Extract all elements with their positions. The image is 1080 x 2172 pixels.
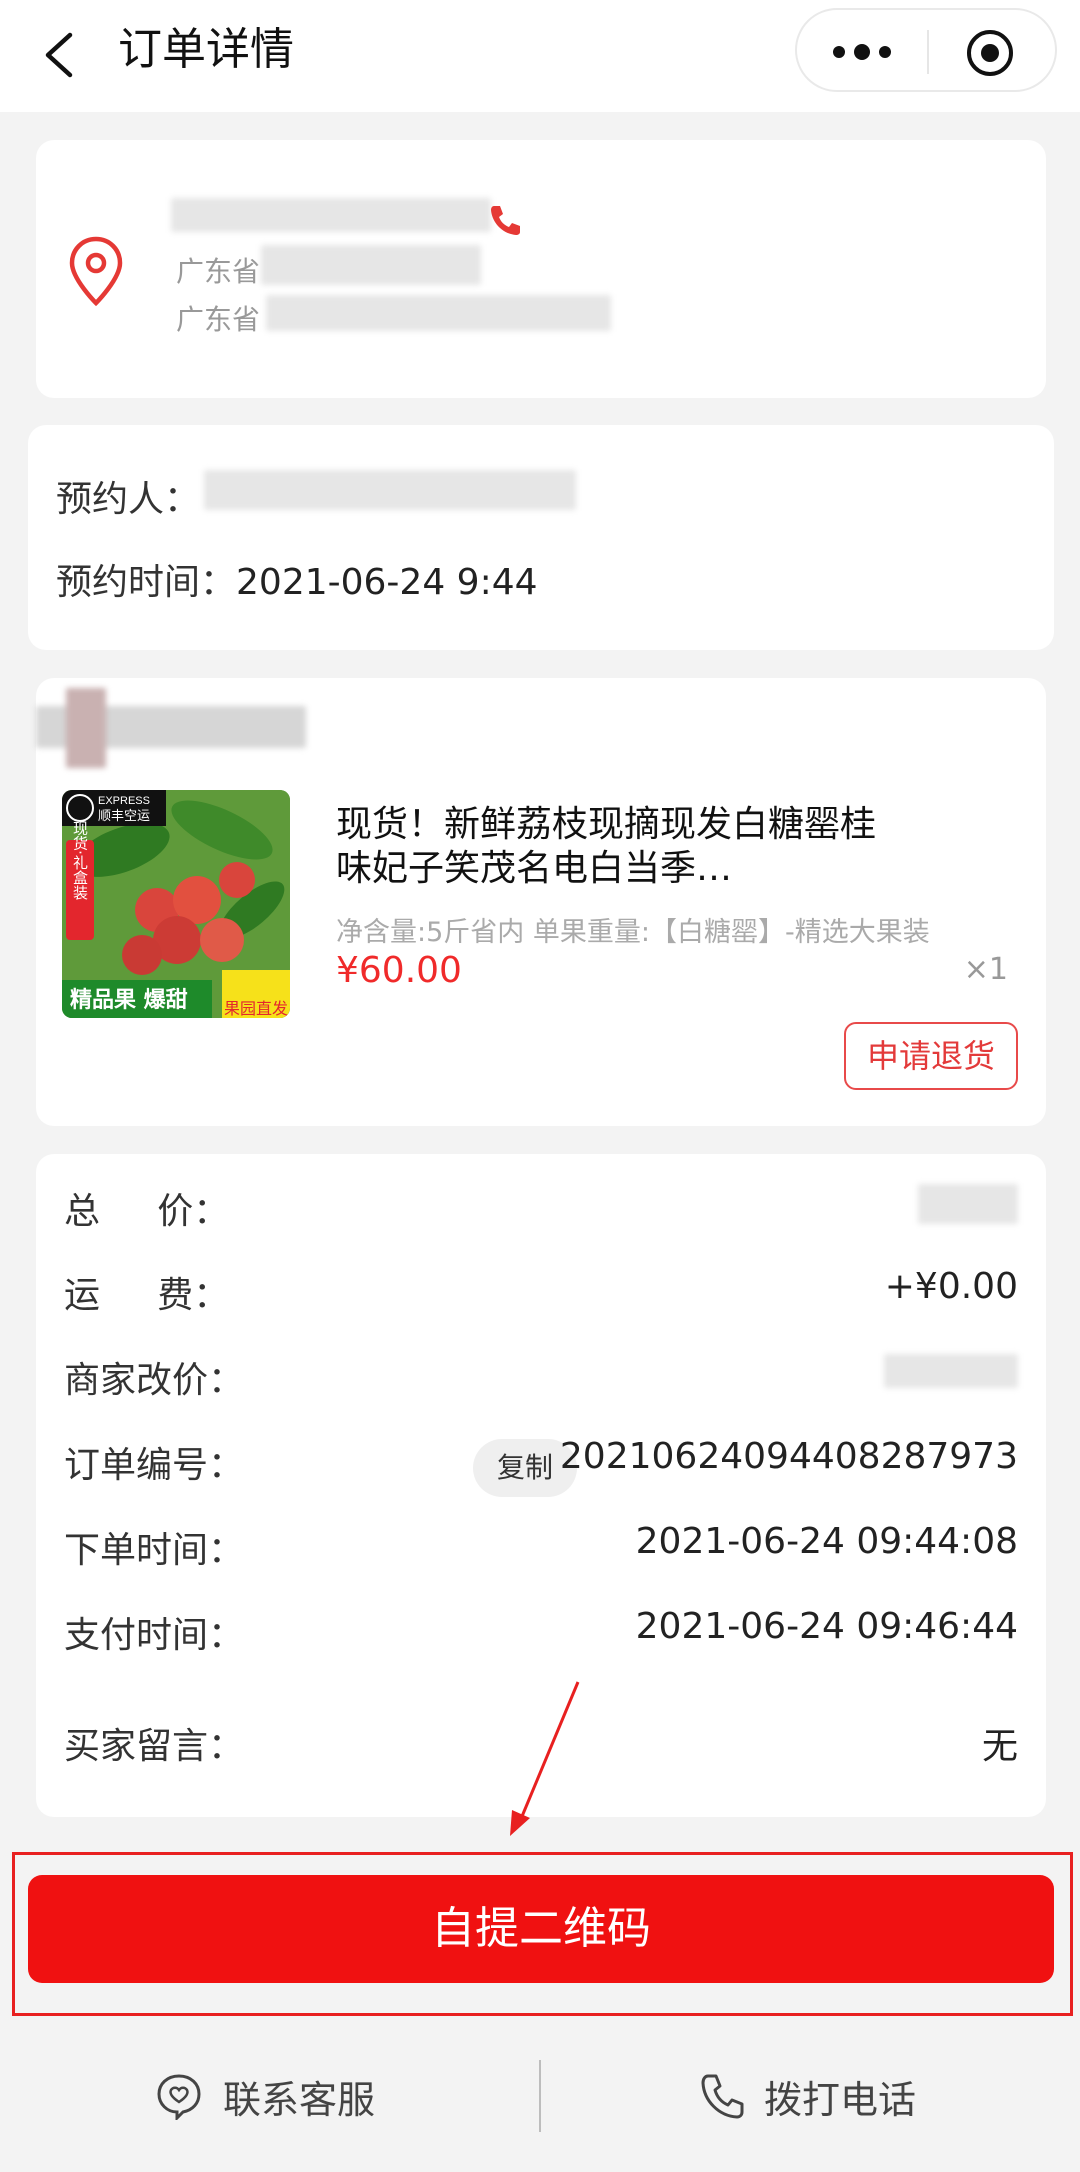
goods-quantity: ×1 <box>963 952 1008 987</box>
back-arrow-icon[interactable] <box>40 25 80 85</box>
booking-card: 预约人： 预约时间：2021-06-24 9:44 <box>28 425 1054 650</box>
contact-service-button[interactable]: 联系客服 <box>155 2068 375 2124</box>
buyer-message-label: 买家留言： <box>64 1726 245 1767</box>
image-bottom-right-text: 果园直发 <box>224 999 288 1018</box>
side-tag-text: 现货·礼盒装 <box>71 820 89 900</box>
mini-program-capsule <box>795 8 1057 92</box>
total-price-redacted <box>918 1184 1018 1224</box>
goods-card: EXPRESS 顺丰空运 现货·礼盒装 精品果 爆甜 果园直发 现货！新鲜荔枝现… <box>36 678 1046 1126</box>
pay-time-label: 支付时间： <box>64 1615 245 1656</box>
booking-time-value: 2021-06-24 9:44 <box>236 562 538 603</box>
shipping-label: 运 费： <box>64 1275 230 1316</box>
order-time-value: 2021-06-24 09:44:08 <box>635 1521 1018 1562</box>
address-line-1: 广东省 <box>176 255 261 288</box>
goods-image[interactable]: EXPRESS 顺丰空运 现货·礼盒装 精品果 爆甜 果园直发 <box>62 790 290 1018</box>
address-line-1-redacted <box>261 245 481 285</box>
pickup-qr-button[interactable]: 自提二维码 <box>28 1875 1054 1983</box>
pay-time-value: 2021-06-24 09:46:44 <box>635 1606 1018 1647</box>
lychee-photo: EXPRESS 顺丰空运 现货·礼盒装 精品果 爆甜 果园直发 <box>62 790 290 1018</box>
booker-name-redacted <box>204 470 576 510</box>
shipping-value: +¥0.00 <box>884 1266 1018 1307</box>
price-adjust-redacted <box>884 1354 1018 1388</box>
price-adjust-label: 商家改价： <box>64 1360 245 1401</box>
booker-label: 预约人： <box>56 479 201 520</box>
contact-service-label: 联系客服 <box>223 2077 376 2122</box>
bottom-action-bar: 联系客服 拨打电话 <box>0 2040 1080 2172</box>
image-bottom-left-text: 精品果 爆甜 <box>70 987 188 1013</box>
shop-avatar-redacted <box>66 688 106 768</box>
address-line-2: 广东省 <box>176 303 261 336</box>
order-number-value: 20210624094408287973 <box>559 1436 1018 1477</box>
phone-outline-icon <box>701 2074 744 2119</box>
order-number-label: 订单编号： <box>64 1445 245 1486</box>
close-target-icon[interactable] <box>965 28 1015 78</box>
goods-spec: 净含量:5斤省内 单果重量:【白糖罂】-精选大果装 <box>336 917 930 948</box>
bottom-divider <box>539 2060 541 2132</box>
booking-time-label: 预约时间： <box>56 562 237 603</box>
call-phone-button[interactable]: 拨打电话 <box>700 2068 916 2124</box>
buyer-message-value: 无 <box>981 1726 1018 1767</box>
booker-row: 预约人： <box>56 470 200 522</box>
address-card[interactable]: 广东省 广东省 <box>36 140 1046 398</box>
apply-refund-button[interactable]: 申请退货 <box>844 1022 1018 1090</box>
more-icon[interactable] <box>827 32 897 72</box>
nav-header: 订单详情 <box>0 0 1080 112</box>
annotation-arrow <box>510 1681 580 1836</box>
page-title: 订单详情 <box>118 24 294 75</box>
call-phone-label: 拨打电话 <box>764 2077 917 2122</box>
address-line-2-redacted <box>266 295 611 331</box>
goods-title[interactable]: 现货！新鲜荔枝现摘现发白糖罂桂味妃子笑茂名电白当季… <box>336 803 896 891</box>
phone-icon[interactable] <box>488 202 524 238</box>
total-price-label: 总 价： <box>64 1191 230 1232</box>
booking-time-row: 预约时间：2021-06-24 9:44 <box>56 553 538 605</box>
capsule-divider <box>927 30 929 74</box>
express-bottom-text: 顺丰空运 <box>98 809 150 824</box>
chat-heart-icon <box>157 2074 201 2120</box>
location-pin-icon <box>69 236 123 307</box>
recipient-name-redacted <box>171 198 491 232</box>
express-top-text: EXPRESS <box>98 795 150 807</box>
order-time-label: 下单时间： <box>64 1530 245 1571</box>
goods-price: ¥60.00 <box>336 950 462 991</box>
